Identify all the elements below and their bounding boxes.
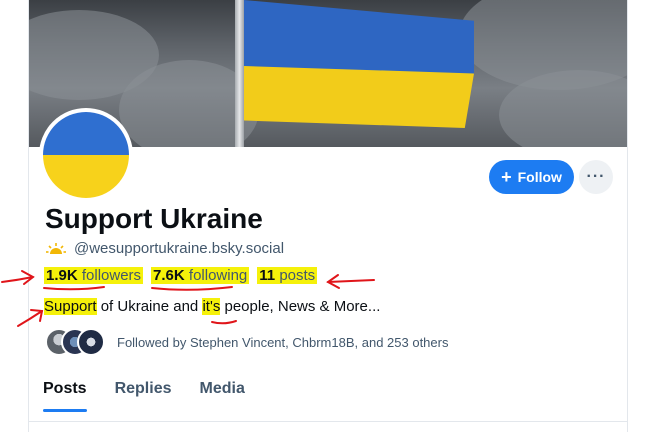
- bio-text: of Ukraine and: [96, 298, 203, 315]
- divider: [29, 421, 627, 422]
- ellipsis-icon: ···: [586, 168, 606, 185]
- follow-button[interactable]: + Follow: [489, 160, 574, 194]
- followed-by-text: Followed by Stephen Vincent, Chbrm18B, a…: [117, 334, 449, 350]
- handle-row: @wesupportukraine.bsky.social: [46, 240, 284, 257]
- followers-label: followers: [81, 267, 142, 284]
- following-link[interactable]: 7.6K following: [151, 267, 250, 284]
- bio-highlight-support: Support: [44, 298, 97, 315]
- profile-bio: Support of Ukraine and it's people, News…: [44, 298, 380, 315]
- followers-link[interactable]: 1.9K followers: [44, 267, 144, 284]
- tab-replies[interactable]: Replies: [115, 380, 172, 412]
- profile-tabs: Posts Replies Media: [29, 380, 627, 412]
- more-options-button[interactable]: ···: [579, 160, 613, 194]
- followers-count: 1.9K: [46, 267, 78, 284]
- profile-card: + Follow ··· Support Ukraine @wesupportu…: [28, 0, 628, 432]
- posts-label: posts: [279, 267, 316, 284]
- display-name: Support Ukraine: [45, 203, 263, 234]
- bio-highlight-its: it's: [202, 298, 221, 315]
- following-label: following: [188, 267, 248, 284]
- bio-text-end: people, News & More...: [220, 298, 381, 315]
- followed-by-row[interactable]: Followed by Stephen Vincent, Chbrm18B, a…: [45, 328, 448, 356]
- tab-media[interactable]: Media: [200, 380, 245, 412]
- profile-handle: @wesupportukraine.bsky.social: [74, 240, 285, 257]
- flag-pole: [235, 0, 244, 147]
- profile-stats: 1.9K followers 7.6K following 11 posts: [44, 267, 318, 284]
- posts-stat: 11 posts: [257, 267, 318, 284]
- following-count: 7.6K: [153, 267, 185, 284]
- tab-posts[interactable]: Posts: [43, 380, 87, 412]
- profile-avatar[interactable]: [39, 108, 133, 202]
- flag-blue-stripe: [244, 0, 474, 74]
- plus-icon: +: [501, 167, 512, 187]
- follower-avatars: [45, 328, 105, 356]
- posts-count: 11: [259, 267, 276, 284]
- avatar: [77, 328, 105, 356]
- sun-icon: [46, 242, 66, 254]
- follow-button-label: Follow: [517, 169, 562, 185]
- flag-yellow-stripe: [244, 66, 474, 128]
